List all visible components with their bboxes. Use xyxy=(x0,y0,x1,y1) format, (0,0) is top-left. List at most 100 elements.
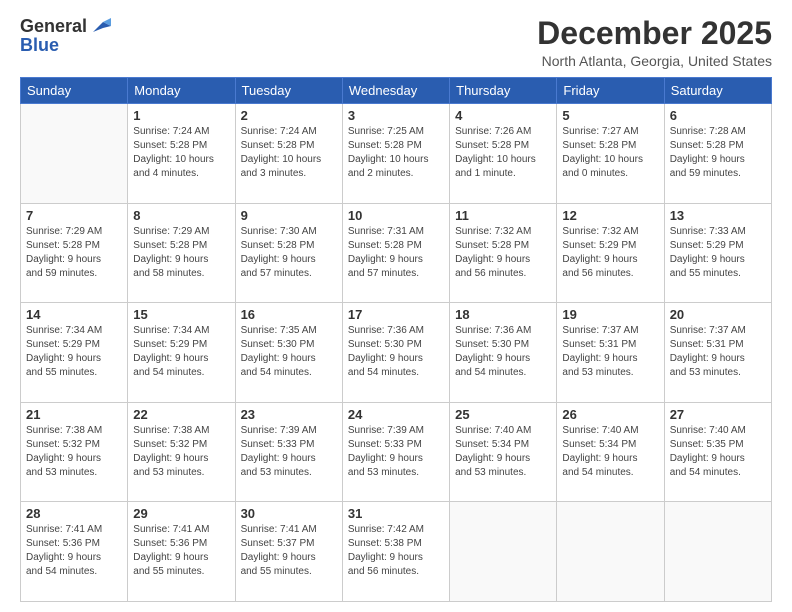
calendar-cell: 12 Sunrise: 7:32 AM Sunset: 5:29 PM Dayli… xyxy=(557,203,664,303)
day-number: 15 xyxy=(133,307,229,322)
calendar-cell: 24Sunrise: 7:39 AM Sunset: 5:33 PM Dayli… xyxy=(342,402,449,502)
calendar-cell: 9Sunrise: 7:30 AM Sunset: 5:28 PM Daylig… xyxy=(235,203,342,303)
calendar-cell: 5 Sunrise: 7:27 AM Sunset: 5:28 PM Daylig… xyxy=(557,104,664,204)
calendar-cell: 8 Sunrise: 7:29 AM Sunset: 5:28 PM Daylig… xyxy=(128,203,235,303)
page: General Blue December 2025 North Atlanta… xyxy=(0,0,792,612)
calendar-cell: 30 Sunrise: 7:41 AM Sunset: 5:37 PM Dayli… xyxy=(235,502,342,602)
header-thursday: Thursday xyxy=(450,78,557,104)
day-info: Sunrise: 7:38 AM Sunset: 5:32 PM Dayligh… xyxy=(26,424,122,480)
header: General Blue December 2025 North Atlanta… xyxy=(20,16,772,69)
header-sunday: Sunday xyxy=(21,78,128,104)
day-number: 9 xyxy=(241,208,337,223)
day-info: Sunrise: 7:37 AM Sunset: 5:31 PM Dayligh… xyxy=(562,324,658,380)
day-info: Sunrise: 7:32 AM Sunset: 5:29 PM Dayligh… xyxy=(562,225,658,281)
calendar-cell: 25Sunrise: 7:40 AM Sunset: 5:34 PM Dayli… xyxy=(450,402,557,502)
day-number: 26 xyxy=(562,407,658,422)
day-number: 19 xyxy=(562,307,658,322)
header-tuesday: Tuesday xyxy=(235,78,342,104)
calendar-cell: 16 Sunrise: 7:35 AM Sunset: 5:30 PM Dayli… xyxy=(235,303,342,403)
calendar-cell: 26 Sunrise: 7:40 AM Sunset: 5:34 PM Dayli… xyxy=(557,402,664,502)
day-info: Sunrise: 7:37 AM Sunset: 5:31 PM Dayligh… xyxy=(670,324,766,380)
day-number: 5 xyxy=(562,108,658,123)
day-number: 12 xyxy=(562,208,658,223)
calendar-cell: 7 Sunrise: 7:29 AM Sunset: 5:28 PM Daylig… xyxy=(21,203,128,303)
day-info: Sunrise: 7:35 AM Sunset: 5:30 PM Dayligh… xyxy=(241,324,337,380)
calendar-cell: 20 Sunrise: 7:37 AM Sunset: 5:31 PM Dayli… xyxy=(664,303,771,403)
day-info: Sunrise: 7:39 AM Sunset: 5:33 PM Dayligh… xyxy=(241,424,337,480)
calendar-cell: 21 Sunrise: 7:38 AM Sunset: 5:32 PM Dayli… xyxy=(21,402,128,502)
calendar-cell: 15 Sunrise: 7:34 AM Sunset: 5:29 PM Dayli… xyxy=(128,303,235,403)
day-info: Sunrise: 7:27 AM Sunset: 5:28 PM Dayligh… xyxy=(562,125,658,181)
calendar-cell: 10 Sunrise: 7:31 AM Sunset: 5:28 PM Dayli… xyxy=(342,203,449,303)
day-info: Sunrise: 7:25 AM Sunset: 5:28 PM Dayligh… xyxy=(348,125,444,181)
calendar-cell: 27Sunrise: 7:40 AM Sunset: 5:35 PM Dayli… xyxy=(664,402,771,502)
day-info: Sunrise: 7:24 AM Sunset: 5:28 PM Dayligh… xyxy=(241,125,337,181)
calendar-cell: 28 Sunrise: 7:41 AM Sunset: 5:36 PM Dayli… xyxy=(21,502,128,602)
calendar-cell: 1Sunrise: 7:24 AM Sunset: 5:28 PM Daylig… xyxy=(128,104,235,204)
day-number: 4 xyxy=(455,108,551,123)
title-block: December 2025 North Atlanta, Georgia, Un… xyxy=(537,16,772,69)
calendar-cell: 29 Sunrise: 7:41 AM Sunset: 5:36 PM Dayli… xyxy=(128,502,235,602)
day-number: 23 xyxy=(241,407,337,422)
header-friday: Friday xyxy=(557,78,664,104)
weekday-header-row: Sunday Monday Tuesday Wednesday Thursday… xyxy=(21,78,772,104)
logo: General Blue xyxy=(20,16,111,56)
calendar-cell: 18Sunrise: 7:36 AM Sunset: 5:30 PM Dayli… xyxy=(450,303,557,403)
calendar-cell xyxy=(557,502,664,602)
day-number: 16 xyxy=(241,307,337,322)
header-monday: Monday xyxy=(128,78,235,104)
header-saturday: Saturday xyxy=(664,78,771,104)
day-number: 22 xyxy=(133,407,229,422)
day-number: 20 xyxy=(670,307,766,322)
day-info: Sunrise: 7:41 AM Sunset: 5:36 PM Dayligh… xyxy=(133,523,229,579)
day-info: Sunrise: 7:39 AM Sunset: 5:33 PM Dayligh… xyxy=(348,424,444,480)
subtitle: North Atlanta, Georgia, United States xyxy=(537,53,772,69)
day-number: 21 xyxy=(26,407,122,422)
calendar-week-row: 21 Sunrise: 7:38 AM Sunset: 5:32 PM Dayli… xyxy=(21,402,772,502)
calendar-week-row: 1Sunrise: 7:24 AM Sunset: 5:28 PM Daylig… xyxy=(21,104,772,204)
logo-general: General xyxy=(20,16,87,37)
day-info: Sunrise: 7:38 AM Sunset: 5:32 PM Dayligh… xyxy=(133,424,229,480)
day-number: 8 xyxy=(133,208,229,223)
calendar-cell: 23 Sunrise: 7:39 AM Sunset: 5:33 PM Dayli… xyxy=(235,402,342,502)
day-info: Sunrise: 7:32 AM Sunset: 5:28 PM Dayligh… xyxy=(455,225,551,281)
day-info: Sunrise: 7:29 AM Sunset: 5:28 PM Dayligh… xyxy=(26,225,122,281)
calendar-cell: 13 Sunrise: 7:33 AM Sunset: 5:29 PM Dayli… xyxy=(664,203,771,303)
calendar-cell: 6Sunrise: 7:28 AM Sunset: 5:28 PM Daylig… xyxy=(664,104,771,204)
logo-blue: Blue xyxy=(20,35,59,56)
calendar-cell xyxy=(450,502,557,602)
calendar-cell xyxy=(21,104,128,204)
day-info: Sunrise: 7:42 AM Sunset: 5:38 PM Dayligh… xyxy=(348,523,444,579)
day-number: 30 xyxy=(241,506,337,521)
day-number: 7 xyxy=(26,208,122,223)
day-number: 11 xyxy=(455,208,551,223)
day-number: 31 xyxy=(348,506,444,521)
day-info: Sunrise: 7:34 AM Sunset: 5:29 PM Dayligh… xyxy=(26,324,122,380)
day-info: Sunrise: 7:29 AM Sunset: 5:28 PM Dayligh… xyxy=(133,225,229,281)
calendar-cell xyxy=(664,502,771,602)
day-info: Sunrise: 7:40 AM Sunset: 5:34 PM Dayligh… xyxy=(562,424,658,480)
calendar-cell: 14 Sunrise: 7:34 AM Sunset: 5:29 PM Dayli… xyxy=(21,303,128,403)
day-info: Sunrise: 7:33 AM Sunset: 5:29 PM Dayligh… xyxy=(670,225,766,281)
calendar-week-row: 7 Sunrise: 7:29 AM Sunset: 5:28 PM Daylig… xyxy=(21,203,772,303)
day-number: 17 xyxy=(348,307,444,322)
calendar-cell: 2 Sunrise: 7:24 AM Sunset: 5:28 PM Daylig… xyxy=(235,104,342,204)
day-number: 13 xyxy=(670,208,766,223)
day-number: 27 xyxy=(670,407,766,422)
calendar-cell: 3Sunrise: 7:25 AM Sunset: 5:28 PM Daylig… xyxy=(342,104,449,204)
day-number: 14 xyxy=(26,307,122,322)
day-info: Sunrise: 7:28 AM Sunset: 5:28 PM Dayligh… xyxy=(670,125,766,181)
day-info: Sunrise: 7:41 AM Sunset: 5:37 PM Dayligh… xyxy=(241,523,337,579)
day-number: 10 xyxy=(348,208,444,223)
calendar-week-row: 14 Sunrise: 7:34 AM Sunset: 5:29 PM Dayli… xyxy=(21,303,772,403)
main-title: December 2025 xyxy=(537,16,772,51)
day-number: 2 xyxy=(241,108,337,123)
day-info: Sunrise: 7:34 AM Sunset: 5:29 PM Dayligh… xyxy=(133,324,229,380)
day-info: Sunrise: 7:31 AM Sunset: 5:28 PM Dayligh… xyxy=(348,225,444,281)
calendar-table: Sunday Monday Tuesday Wednesday Thursday… xyxy=(20,77,772,602)
day-number: 28 xyxy=(26,506,122,521)
calendar-cell: 22 Sunrise: 7:38 AM Sunset: 5:32 PM Dayli… xyxy=(128,402,235,502)
day-info: Sunrise: 7:41 AM Sunset: 5:36 PM Dayligh… xyxy=(26,523,122,579)
day-info: Sunrise: 7:24 AM Sunset: 5:28 PM Dayligh… xyxy=(133,125,229,181)
day-number: 29 xyxy=(133,506,229,521)
